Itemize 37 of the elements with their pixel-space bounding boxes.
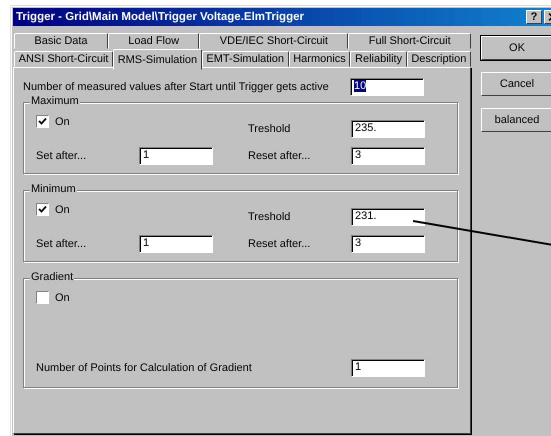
input-field[interactable]: 10	[350, 78, 424, 96]
tab[interactable]: EMT-Simulation	[202, 51, 289, 67]
tab[interactable]: Harmonics	[288, 51, 350, 67]
field-label: Treshold	[248, 122, 292, 134]
tab[interactable]: Full Short-Circuit	[348, 33, 472, 49]
tab[interactable]: ANSI Short-Circuit	[14, 51, 114, 67]
input-field[interactable]: 3	[351, 146, 425, 164]
window-title: Trigger - Grid\Main Model\Trigger Voltage.ElmTrigger	[16, 11, 305, 23]
field-label: Treshold	[248, 210, 292, 222]
group-title: Gradient	[30, 271, 74, 283]
tab[interactable]: RMS-Simulation	[113, 49, 202, 70]
field-label: Set after...	[36, 150, 88, 162]
dialog-button[interactable]: Cancel	[481, 72, 551, 96]
field-label: Set after...	[36, 238, 88, 250]
checkbox-label: On	[55, 116, 70, 128]
group-title: Minimum	[30, 183, 77, 195]
checkbox-label: On	[55, 204, 70, 216]
input-field[interactable]: 231.	[351, 208, 425, 226]
field-label: Reset after...	[248, 238, 312, 250]
checkbox-label: On	[55, 292, 70, 304]
input-field[interactable]: 1	[139, 146, 213, 164]
group-title: Maximum	[30, 95, 80, 107]
input-field[interactable]: 1	[139, 234, 213, 252]
input-field[interactable]: 3	[351, 234, 425, 252]
field-label: Number of Points for Calculation of Gradient	[36, 362, 253, 374]
tab[interactable]: VDE/IEC Short-Circuit	[199, 33, 348, 49]
input-field[interactable]: 235.	[351, 120, 425, 138]
tab[interactable]: Load Flow	[108, 33, 200, 49]
input-field[interactable]: 1	[351, 358, 425, 376]
tab[interactable]: Reliability	[350, 51, 407, 67]
dialog-button[interactable]: OK	[481, 36, 551, 60]
tab[interactable]: Basic Data	[14, 33, 108, 49]
help-button[interactable]: ?	[526, 10, 542, 24]
field-label: Reset after...	[248, 150, 312, 162]
field-label: Number of measured values after Start until Trigger gets active	[23, 81, 330, 93]
tab[interactable]: Description	[406, 51, 471, 67]
dialog-button[interactable]: balanced	[481, 108, 551, 132]
